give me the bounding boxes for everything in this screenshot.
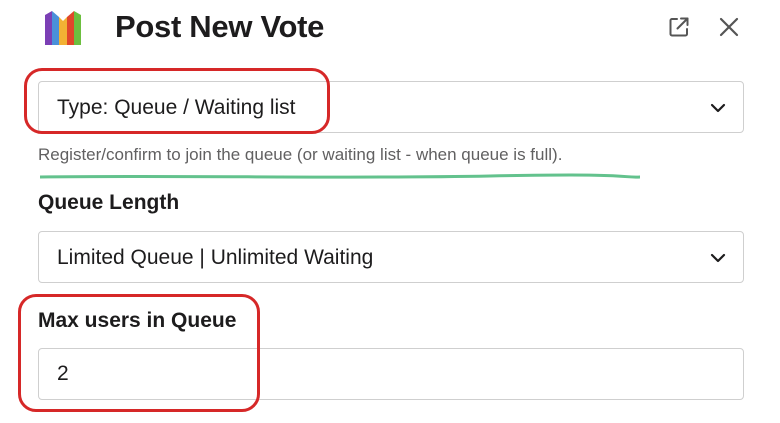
modal-title: Post New Vote: [115, 9, 325, 44]
max-users-label: Max users in Queue: [38, 309, 237, 332]
vote-type-hint: Register/confirm to join the queue (or w…: [38, 145, 563, 164]
chevron-down-icon: [709, 249, 727, 267]
vote-type-select[interactable]: Type: Queue / Waiting list: [38, 81, 744, 133]
close-icon[interactable]: [716, 14, 742, 40]
max-users-input[interactable]: [38, 348, 744, 400]
vote-type-value: Type: Queue / Waiting list: [57, 96, 296, 119]
chevron-down-icon: [709, 99, 727, 117]
queue-length-label: Queue Length: [38, 191, 180, 214]
hint-underline-annotation: [38, 168, 642, 179]
queue-length-select[interactable]: Limited Queue | Unlimited Waiting: [38, 231, 744, 283]
external-link-icon[interactable]: [666, 14, 692, 40]
queue-length-value: Limited Queue | Unlimited Waiting: [57, 246, 374, 269]
modal-header: Post New Vote: [0, 0, 780, 58]
app-logo-icon: [42, 7, 84, 49]
